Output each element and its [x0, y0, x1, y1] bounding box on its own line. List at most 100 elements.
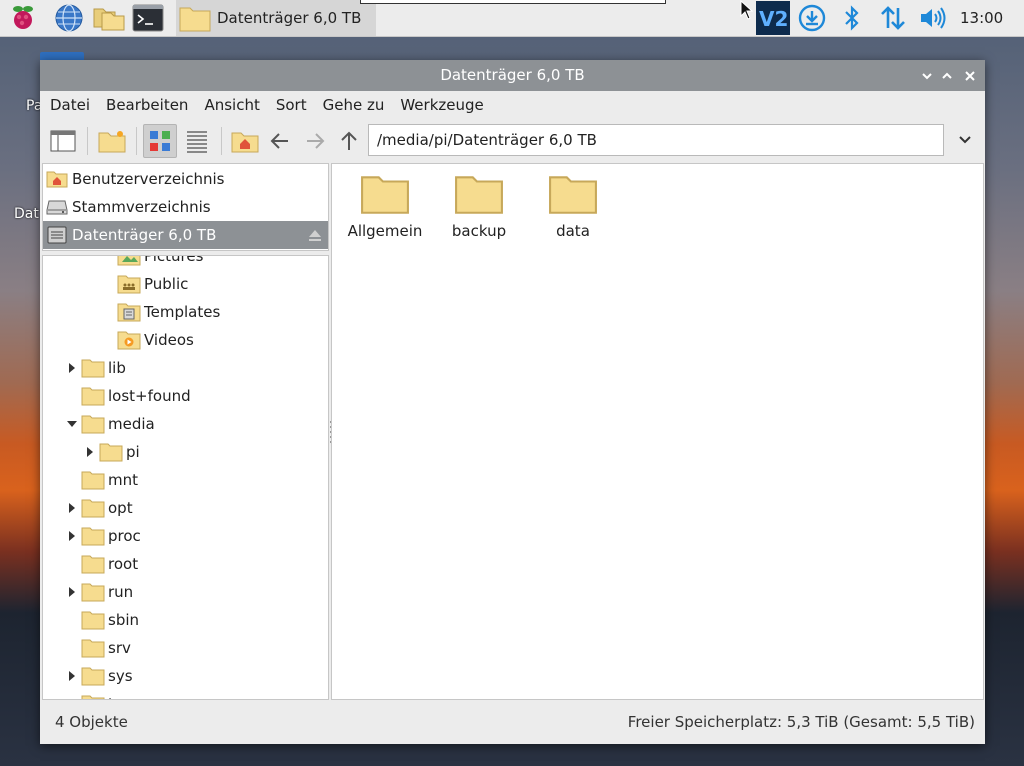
new-folder-tab-icon: [98, 131, 126, 153]
tree-item[interactable]: tmp: [81, 690, 138, 699]
download-icon: [798, 4, 826, 32]
home-button[interactable]: [228, 124, 262, 158]
tree-item[interactable]: media: [67, 410, 155, 438]
vnc-server-tray-button[interactable]: V2: [756, 1, 790, 35]
tree-item-label: lib: [108, 359, 126, 377]
expanded-arrow-icon[interactable]: [67, 419, 77, 429]
tree-item-label: opt: [108, 499, 133, 517]
web-browser-button[interactable]: [52, 2, 86, 34]
tree-item[interactable]: sbin: [81, 606, 139, 634]
folder-icon: [548, 172, 598, 216]
pictures-folder-icon: [117, 256, 141, 266]
tree-item[interactable]: root: [81, 550, 138, 578]
tree-item[interactable]: proc: [69, 522, 141, 550]
tree-item[interactable]: Pictures: [117, 256, 203, 270]
bluetooth-tray-button[interactable]: [838, 2, 866, 34]
tree-item-label: proc: [108, 527, 141, 545]
new-tab-button[interactable]: [95, 124, 129, 158]
tree-item[interactable]: srv: [81, 634, 131, 662]
file-manager-launcher[interactable]: [92, 2, 126, 34]
tree-item-label: media: [108, 415, 155, 433]
minimize-button[interactable]: [916, 60, 938, 91]
menu-datei[interactable]: Datei: [50, 96, 90, 114]
collapsed-arrow-icon[interactable]: [85, 447, 95, 457]
menu-sort[interactable]: Sort: [276, 96, 307, 114]
tree-item[interactable]: Templates: [117, 298, 220, 326]
tree-item-label: Public: [144, 275, 189, 293]
volume-tray-button[interactable]: [916, 2, 950, 34]
updater-tray-button[interactable]: [796, 2, 828, 34]
path-input[interactable]: /media/pi/Datenträger 6,0 TB: [368, 124, 944, 156]
terminal-launcher[interactable]: [130, 2, 166, 34]
folder-icon: [81, 526, 105, 546]
item-count: 4 Objekte: [55, 713, 128, 731]
forward-button[interactable]: [298, 124, 332, 158]
icon-view-button[interactable]: [143, 124, 177, 158]
folder-icon: [179, 7, 211, 32]
desktop-icon-label[interactable]: Dat: [14, 206, 39, 222]
tree-item[interactable]: mnt: [81, 466, 138, 494]
path-history-dropdown[interactable]: [952, 124, 978, 156]
menu-ansicht[interactable]: Ansicht: [204, 96, 259, 114]
folder-icon: [454, 172, 504, 216]
maximize-button[interactable]: [936, 60, 958, 91]
tree-item[interactable]: Public: [117, 270, 188, 298]
tree-item[interactable]: lib: [69, 354, 126, 382]
folder-icon: [99, 442, 123, 462]
tree-item[interactable]: run: [69, 578, 134, 606]
folder-icon: [81, 666, 105, 686]
tree-item[interactable]: opt: [69, 494, 133, 522]
place-root[interactable]: Stammverzeichnis: [43, 193, 328, 221]
folder-item[interactable]: backup: [434, 172, 524, 240]
back-button[interactable]: [263, 124, 297, 158]
folder-content-view: Allgemein backup data: [331, 163, 984, 700]
mouse-cursor-icon: [740, 0, 754, 24]
folder-item-label: backup: [451, 222, 507, 240]
place-label: Benutzerverzeichnis: [72, 170, 225, 188]
folder-item[interactable]: data: [528, 172, 618, 240]
close-button[interactable]: [959, 60, 981, 91]
collapsed-arrow-icon[interactable]: [67, 531, 77, 541]
taskbar: Datenträger 6,0 TB V2 13:00: [0, 0, 1024, 37]
menu-gehe-zu[interactable]: Gehe zu: [323, 96, 385, 114]
public-folder-icon: [117, 274, 141, 294]
folder-icon: [81, 386, 105, 406]
taskbar-task-label: Datenträger 6,0 TB: [217, 9, 362, 27]
arrow-right-icon: [307, 133, 325, 149]
new-window-button[interactable]: [46, 124, 80, 158]
tree-item[interactable]: pi: [87, 438, 140, 466]
window-titlebar[interactable]: Datenträger 6,0 TB: [40, 60, 985, 91]
eject-icon[interactable]: [308, 228, 322, 246]
collapsed-arrow-icon[interactable]: [67, 503, 77, 513]
close-icon: [965, 70, 975, 81]
tree-item-label: run: [108, 583, 134, 601]
collapsed-arrow-icon[interactable]: [67, 587, 77, 597]
icon-view-icon: [150, 131, 170, 151]
folder-icon: [81, 582, 105, 602]
folder-icon: [81, 610, 105, 630]
folders-icon: [93, 8, 125, 31]
tree-item-label: Templates: [144, 303, 221, 321]
place-datentraeger[interactable]: Datenträger 6,0 TB: [43, 221, 328, 249]
window-edge: [360, 0, 666, 4]
collapsed-arrow-icon[interactable]: [67, 671, 77, 681]
clock[interactable]: 13:00: [960, 0, 1003, 36]
home-folder-icon: [231, 132, 259, 153]
tree-item[interactable]: lost+found: [81, 382, 191, 410]
raspberry-menu-button[interactable]: [6, 2, 40, 34]
tree-item[interactable]: Videos: [117, 326, 194, 354]
tree-item-label: sbin: [108, 611, 140, 629]
menu-bearbeiten[interactable]: Bearbeiten: [106, 96, 188, 114]
place-home[interactable]: Benutzerverzeichnis: [43, 165, 328, 193]
tree-item[interactable]: sys: [69, 662, 133, 690]
menu-werkzeuge[interactable]: Werkzeuge: [400, 96, 483, 114]
list-view-button[interactable]: [180, 124, 214, 158]
collapsed-arrow-icon[interactable]: [67, 363, 77, 373]
network-tray-button[interactable]: [876, 2, 910, 34]
window-title: Datenträger 6,0 TB: [440, 66, 585, 84]
toolbar-separator: [87, 127, 88, 155]
taskbar-task-file-manager[interactable]: Datenträger 6,0 TB: [176, 0, 376, 36]
folder-item[interactable]: Allgemein: [340, 172, 430, 240]
up-button[interactable]: [332, 124, 366, 158]
tree-item-label: lost+found: [108, 387, 191, 405]
